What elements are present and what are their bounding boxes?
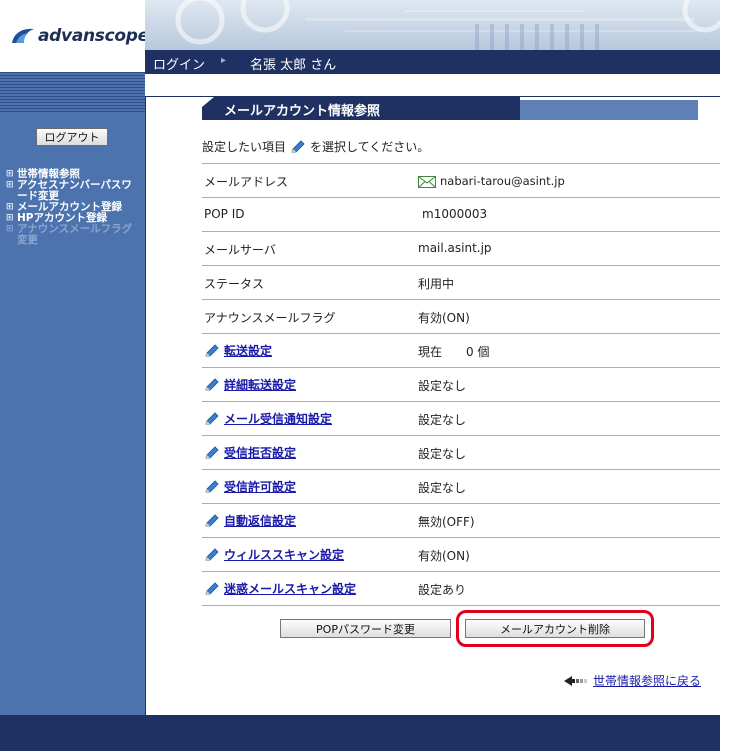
pencil-icon bbox=[205, 547, 219, 560]
permit-value: 設定なし bbox=[418, 481, 467, 495]
sidebar: ログアウト ⊞ 世帯情報参照 ⊞ アクセスナンバーパスワード変更 ⊞ メールアカ… bbox=[0, 72, 145, 715]
plus-box-icon: ⊞ bbox=[6, 202, 14, 212]
sidebar-item-announce-flag: ⊞ アナウンスメールフラグ変更 bbox=[6, 224, 142, 246]
nav-user-name: 名張 太郎 さん bbox=[250, 58, 337, 73]
pencil-icon bbox=[205, 479, 219, 492]
table-row-spam-scan: 迷惑メールスキャン設定 設定あり bbox=[202, 572, 720, 606]
footer-bar bbox=[0, 715, 720, 751]
pencil-icon bbox=[205, 445, 219, 458]
table-row-permit: 受信許可設定 設定なし bbox=[202, 470, 720, 504]
sidebar-item-label: アナウンスメールフラグ変更 bbox=[17, 223, 133, 246]
forward-settings-link[interactable]: 転送設定 bbox=[224, 342, 272, 359]
spam-scan-link[interactable]: 迷惑メールスキャン設定 bbox=[224, 580, 356, 597]
logo: advanscope bbox=[0, 0, 149, 72]
advanscope-logo-icon bbox=[12, 28, 34, 43]
status-value: 利用中 bbox=[418, 277, 455, 291]
reject-settings-link[interactable]: 受信拒否設定 bbox=[224, 444, 296, 461]
table-row-status: ステータス 利用中 bbox=[202, 266, 720, 300]
logo-text: advanscope bbox=[38, 26, 149, 46]
table-row-email: メールアドレス nabari-tarou@asint.jp bbox=[202, 164, 720, 198]
delete-mail-account-button[interactable]: メールアカウント削除 bbox=[465, 619, 645, 638]
pencil-icon bbox=[291, 139, 305, 152]
instruction-text: 設定したい項目 を選択してください。 bbox=[202, 138, 429, 155]
auto-reply-value: 無効(OFF) bbox=[418, 515, 475, 529]
envelope-icon bbox=[418, 176, 436, 188]
nav-arrow-icon: ▸ bbox=[221, 55, 227, 66]
mail-server-value: mail.asint.jp bbox=[418, 241, 492, 255]
receive-notify-value: 設定なし bbox=[418, 413, 467, 427]
plus-box-icon: ⊞ bbox=[6, 180, 14, 190]
row-label: アナウンスメールフラグ bbox=[204, 311, 336, 325]
plus-box-icon: ⊞ bbox=[6, 169, 14, 179]
right-margin bbox=[720, 0, 736, 751]
detail-forward-link[interactable]: 詳細転送設定 bbox=[224, 376, 296, 393]
table-row-auto-reply: 自動返信設定 無効(OFF) bbox=[202, 504, 720, 538]
spam-scan-value: 設定あり bbox=[418, 583, 467, 597]
pencil-icon bbox=[205, 343, 219, 356]
virus-scan-link[interactable]: ウィルススキャン設定 bbox=[224, 546, 344, 563]
permit-settings-link[interactable]: 受信許可設定 bbox=[224, 478, 296, 495]
plus-box-icon: ⊞ bbox=[6, 224, 14, 234]
pop-id-value: m1000003 bbox=[422, 207, 488, 221]
table-row-mail-server: メールサーバ mail.asint.jp bbox=[202, 232, 720, 266]
table-row-receive-notify: メール受信通知設定 設定なし bbox=[202, 402, 720, 436]
table-row-detail-forward: 詳細転送設定 設定なし bbox=[202, 368, 720, 402]
row-label: メールアドレス bbox=[204, 175, 289, 189]
row-label: ステータス bbox=[204, 277, 265, 291]
plus-box-icon: ⊞ bbox=[6, 213, 14, 223]
instruction-before: 設定したい項目 bbox=[202, 140, 287, 154]
nav-login-link[interactable]: ログイン bbox=[153, 54, 205, 73]
table-row-reject: 受信拒否設定 設定なし bbox=[202, 436, 720, 470]
table-row-pop-id: POP ID m1000003 bbox=[202, 198, 720, 232]
pencil-icon bbox=[205, 581, 219, 594]
account-info-table: メールアドレス nabari-tarou@asint.jp POP ID m10… bbox=[202, 163, 720, 606]
top-nav-bar: ログイン ▸ 名張 太郎 さん bbox=[145, 50, 720, 74]
content-top-strip bbox=[145, 74, 720, 97]
pencil-icon bbox=[205, 377, 219, 390]
row-label: メールサーバ bbox=[204, 243, 276, 257]
table-row-announce-flag: アナウンスメールフラグ 有効(ON) bbox=[202, 300, 720, 334]
forward-value: 現在 0 個 bbox=[418, 345, 490, 359]
row-label: POP ID bbox=[204, 207, 245, 221]
back-link-label[interactable]: 世帯情報参照に戻る bbox=[593, 672, 701, 689]
auto-reply-link[interactable]: 自動返信設定 bbox=[224, 512, 296, 529]
reject-value: 設定なし bbox=[418, 447, 467, 461]
header-banner bbox=[145, 0, 720, 50]
page-title: メールアカウント情報参照 bbox=[224, 104, 381, 119]
table-row-virus-scan: ウィルススキャン設定 有効(ON) bbox=[202, 538, 720, 572]
back-arrow-icon bbox=[564, 675, 587, 686]
detail-forward-value: 設定なし bbox=[418, 379, 467, 393]
sidebar-stripes bbox=[0, 72, 145, 114]
section-header: メールアカウント情報参照 bbox=[202, 97, 698, 120]
email-value: nabari-tarou@asint.jp bbox=[440, 174, 565, 188]
pencil-icon bbox=[205, 411, 219, 424]
instruction-after: を選択してください。 bbox=[310, 140, 430, 154]
sidebar-menu: ⊞ 世帯情報参照 ⊞ アクセスナンバーパスワード変更 ⊞ メールアカウント登録 … bbox=[6, 169, 142, 246]
receive-notify-link[interactable]: メール受信通知設定 bbox=[224, 410, 332, 427]
pop-password-change-button[interactable]: POPパスワード変更 bbox=[280, 619, 451, 638]
logout-button[interactable]: ログアウト bbox=[36, 128, 108, 146]
sidebar-item-access-password[interactable]: ⊞ アクセスナンバーパスワード変更 bbox=[6, 180, 142, 202]
pencil-icon bbox=[205, 513, 219, 526]
sidebar-item-label: アクセスナンバーパスワード変更 bbox=[17, 179, 132, 202]
table-row-forward: 転送設定 現在 0 個 bbox=[202, 334, 720, 368]
section-header-bar bbox=[520, 100, 698, 120]
virus-scan-value: 有効(ON) bbox=[418, 549, 470, 563]
gear-banner-art bbox=[175, 0, 720, 50]
announce-flag-value: 有効(ON) bbox=[418, 311, 470, 325]
back-to-household-link[interactable]: 世帯情報参照に戻る bbox=[563, 672, 701, 689]
